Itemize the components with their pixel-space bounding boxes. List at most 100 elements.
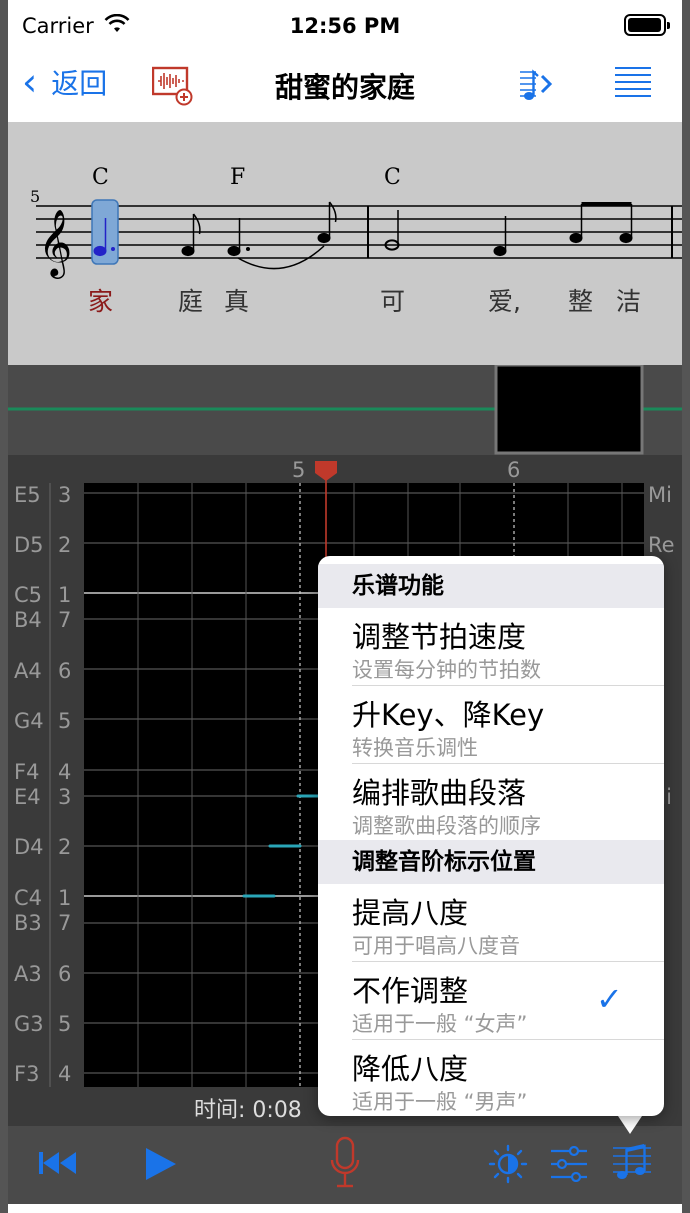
pitch-degree-label: 5 xyxy=(58,1012,72,1036)
pitch-note-label: F4 xyxy=(14,760,40,784)
pitch-note-label: D4 xyxy=(14,835,44,859)
note-quarter xyxy=(493,245,507,257)
pitch-solfege-label: Re xyxy=(648,533,675,557)
rewind-icon xyxy=(39,1152,76,1174)
menu-item-subtitle: 可用于唱高八度音 xyxy=(352,934,520,958)
note-eighth xyxy=(569,232,583,244)
lyric-syllable: 洁 xyxy=(616,287,642,316)
pitch-note-label: E5 xyxy=(14,483,41,507)
menu-item-subtitle: 适用于一般 “女声” xyxy=(352,1012,528,1036)
popover-section-header: 乐谱功能 xyxy=(318,564,664,608)
lyric-syllable: 爱, xyxy=(488,287,521,316)
menu-item-octave-up[interactable]: 提高八度 可用于唱高八度音 xyxy=(318,884,664,962)
beat-marker: 5 xyxy=(292,458,305,482)
slur xyxy=(237,245,325,270)
menu-item-subtitle: 设置每分钟的节拍数 xyxy=(352,658,541,682)
score-functions-popover: 乐谱功能 调整节拍速度 设置每分钟的节拍数 升Key、降Key 转换音乐调性 编… xyxy=(318,556,664,1116)
pitch-note-label: B4 xyxy=(14,608,42,632)
navigation-bar: ‹ 返回 甜蜜的家庭 xyxy=(8,52,682,122)
pitch-degree-label: 3 xyxy=(58,483,72,507)
beat-marker: 6 xyxy=(507,458,520,482)
menu-item-title: 升Key、降Key xyxy=(352,698,545,732)
pitch-degree-label: 2 xyxy=(58,533,72,557)
pitch-note-label: A3 xyxy=(14,962,42,986)
note-eighth xyxy=(317,232,331,244)
pitch-degree-label: 6 xyxy=(58,962,72,986)
pitch-note-label: G3 xyxy=(14,1012,44,1036)
pitch-note-label: E4 xyxy=(14,785,41,809)
music-note-icon xyxy=(613,1144,651,1179)
follow-score-icon[interactable] xyxy=(516,64,558,110)
pitch-degree-label: 5 xyxy=(58,709,72,733)
chord-label: C xyxy=(92,165,109,190)
pitch-degree-label: 4 xyxy=(58,760,72,784)
note-quarter-dotted xyxy=(93,245,107,257)
menu-item-octave-down[interactable]: 降低八度 适用于一般 “男声” xyxy=(318,1040,664,1116)
list-menu-icon[interactable] xyxy=(614,66,652,104)
pitch-degree-label: 2 xyxy=(58,835,72,859)
pitch-degree-label: 1 xyxy=(58,583,72,607)
pitch-degree-label: 3 xyxy=(58,785,72,809)
pitch-note-label: G4 xyxy=(14,709,44,733)
menu-item-subtitle: 适用于一般 “男声” xyxy=(352,1090,528,1114)
menu-item-subtitle: 转换音乐调性 xyxy=(352,736,478,760)
menu-item-arrange-sections[interactable]: 编排歌曲段落 调整歌曲段落的顺序 xyxy=(318,764,664,842)
menu-item-subtitle: 调整歌曲段落的顺序 xyxy=(352,814,541,838)
lyric-syllable: 家 xyxy=(88,287,114,316)
clock: 12:56 PM xyxy=(289,14,401,38)
pitch-note-label: D5 xyxy=(14,533,44,557)
pitch-note-label: A4 xyxy=(14,659,42,683)
brightness-button[interactable] xyxy=(488,1144,528,1188)
song-overview-strip[interactable] xyxy=(8,363,682,455)
phone-screen: Carrier 12:56 PM ‹ 返回 甜蜜的家庭 5 𝄞 C F C 家 … xyxy=(8,0,682,1213)
menu-item-title: 调整节拍速度 xyxy=(352,620,527,654)
status-bar: Carrier 12:56 PM xyxy=(8,0,682,52)
pitch-note-label: F3 xyxy=(14,1062,40,1086)
note-eighth xyxy=(181,245,195,257)
microphone-icon xyxy=(330,1136,360,1188)
pitch-degree-label: 6 xyxy=(58,659,72,683)
note-eighth xyxy=(619,232,633,244)
treble-clef-icon: 𝄞 xyxy=(38,208,72,279)
pitch-degree-label: 1 xyxy=(58,886,72,910)
brightness-icon xyxy=(488,1144,528,1184)
score-functions-button[interactable] xyxy=(612,1142,652,1186)
sliders-icon xyxy=(551,1145,587,1183)
pitch-solfege-label: Mi xyxy=(648,483,672,507)
menu-item-adjust-tempo[interactable]: 调整节拍速度 设置每分钟的节拍数 xyxy=(318,608,664,686)
lyric-syllable: 真 xyxy=(224,287,250,316)
checkmark-icon: ✓ xyxy=(596,980,623,1018)
pitch-note-label: C4 xyxy=(14,886,43,910)
overview-viewport xyxy=(494,363,644,455)
sheet-music-panel[interactable]: 5 𝄞 C F C 家 庭 真 可 爱, 整 洁 xyxy=(8,122,682,365)
pitch-degree-label: 4 xyxy=(58,1062,72,1086)
menu-item-transpose-key[interactable]: 升Key、降Key 转换音乐调性 xyxy=(318,686,664,764)
pitch-note-label: B3 xyxy=(14,911,42,935)
chord-label: C xyxy=(384,165,401,190)
play-icon xyxy=(146,1148,176,1180)
note-quarter-dotted xyxy=(227,245,241,257)
rewind-button[interactable] xyxy=(38,1148,78,1182)
menu-item-title: 不作调整 xyxy=(352,974,469,1008)
settings-button[interactable] xyxy=(550,1145,588,1186)
bottom-toolbar xyxy=(8,1126,682,1204)
pitch-note-label: C5 xyxy=(14,583,43,607)
lyric-syllable: 庭 xyxy=(178,287,204,316)
play-button[interactable] xyxy=(144,1146,178,1186)
measure-number: 5 xyxy=(30,187,40,206)
battery-icon xyxy=(624,14,670,36)
menu-item-no-adjust[interactable]: 不作调整 适用于一般 “女声” ✓ xyxy=(318,962,664,1040)
popover-section-header: 调整音阶标示位置 xyxy=(318,840,664,884)
microphone-button[interactable] xyxy=(330,1136,360,1196)
playhead-marker xyxy=(315,461,337,481)
lyric-syllable: 可 xyxy=(380,287,406,316)
chord-label: F xyxy=(230,165,245,190)
lyric-syllable: 整 xyxy=(568,287,594,316)
menu-item-title: 降低八度 xyxy=(352,1052,469,1086)
pitch-degree-label: 7 xyxy=(58,608,72,632)
menu-item-title: 提高八度 xyxy=(352,896,469,930)
elapsed-time: 时间: 0:08 xyxy=(194,1098,302,1123)
pitch-degree-label: 7 xyxy=(58,911,72,935)
menu-item-title: 编排歌曲段落 xyxy=(352,776,527,810)
staff-svg: 5 𝄞 C F C xyxy=(30,165,682,279)
